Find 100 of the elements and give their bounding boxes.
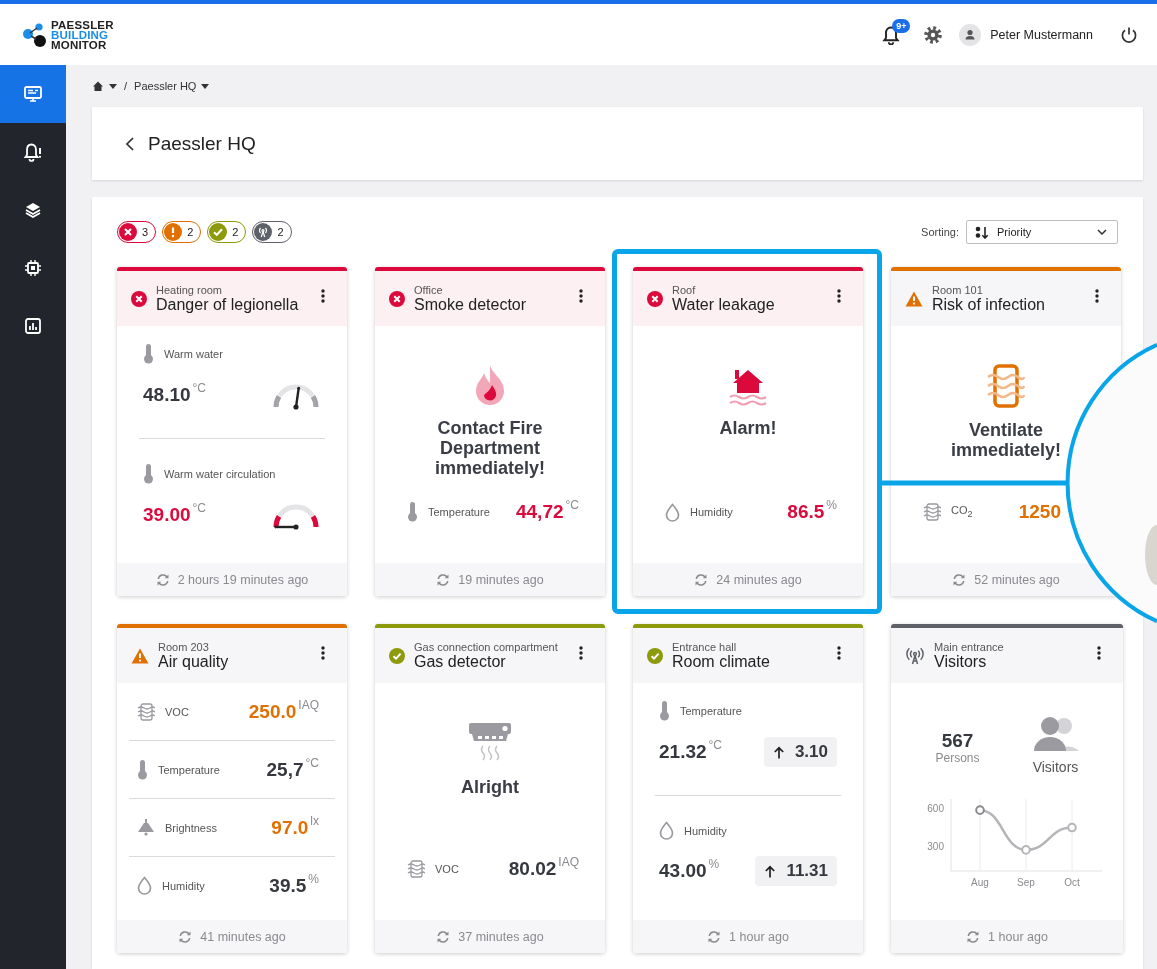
more-options-icon — [1097, 646, 1101, 660]
metric-value: 25,7 — [266, 758, 304, 781]
cross-circle-icon — [119, 223, 137, 241]
metric-unit: °C — [305, 755, 319, 770]
metric-label: CO$_{2}$ — [951, 504, 973, 520]
warning-triangle-icon — [905, 290, 923, 307]
thermometer-icon — [143, 464, 154, 484]
chip-icon — [25, 260, 41, 276]
axis-label: Aug — [971, 877, 989, 888]
last-update-time: 52 minutes ago — [974, 572, 1060, 587]
more-options-icon — [579, 646, 583, 660]
visitor-count: 567 — [941, 731, 974, 751]
metric-value: 43.00 — [659, 860, 707, 882]
metric-value: 97.0 — [271, 816, 309, 839]
refresh-icon — [952, 572, 967, 587]
user-menu[interactable]: Peter Mustermann — [959, 23, 1093, 46]
card-location: Main entrance — [934, 640, 1005, 653]
breadcrumb-separator: / — [124, 80, 128, 92]
metric-value: 80.02 — [508, 858, 557, 880]
metric-unit: % — [708, 857, 720, 871]
avatar-icon — [959, 23, 982, 46]
last-update-time: 37 minutes ago — [458, 929, 544, 944]
metric-label: Brightness — [165, 821, 217, 834]
metric-label: VOC — [435, 863, 459, 875]
data-point — [1067, 822, 1077, 833]
metric-unit: °C — [708, 738, 722, 752]
last-update-time: 41 minutes ago — [200, 929, 286, 944]
alarm-message: Contact Fire Department immediately! — [433, 418, 546, 478]
refresh-icon — [436, 929, 451, 944]
metric-unit: lx — [310, 813, 319, 828]
card-location: Room 101 — [932, 283, 984, 296]
caret-icon — [201, 83, 210, 89]
warning-triangle-icon — [131, 647, 149, 664]
cross-circle-icon — [389, 290, 405, 307]
more-options-icon — [837, 289, 841, 303]
antenna-icon — [905, 646, 925, 665]
change-badge: 11.31 — [755, 856, 837, 886]
alarm-message: Alright — [461, 777, 519, 797]
gauge-needle — [277, 523, 299, 530]
lamp-icon — [137, 819, 155, 836]
logo-text: PAESSLER — [51, 19, 114, 30]
monitor-icon — [24, 86, 42, 102]
metric-unit: % — [308, 871, 319, 886]
refresh-icon — [694, 572, 709, 587]
logo-mark — [22, 21, 48, 48]
more-options-icon — [579, 289, 583, 303]
arrow-up-icon — [772, 745, 785, 759]
status-filter-chip[interactable]: 2 — [207, 221, 247, 243]
metric-label: Warm water circulation — [164, 468, 276, 480]
settings-icon — [923, 24, 944, 45]
metric-label: Humidity — [162, 879, 205, 892]
more-options-icon — [321, 289, 325, 303]
gauge-needle — [293, 387, 300, 410]
metric-unit: °C — [565, 498, 579, 512]
metric-value: 44,72 — [516, 501, 564, 523]
breadcrumb-link[interactable]: Paessler HQ — [134, 80, 210, 92]
visitors-caption: Visitors — [1032, 759, 1079, 775]
metric-value: 250.0 — [248, 700, 297, 723]
axis-label: 300 — [927, 840, 944, 852]
air-filter-icon — [137, 702, 155, 721]
more-options-icon — [321, 646, 325, 660]
card-location: Heating room — [156, 283, 224, 296]
count-label: Persons — [935, 751, 980, 765]
status-filter-chip[interactable]: 2 — [252, 221, 292, 243]
page-title: Paessler HQ — [148, 132, 256, 155]
home-breadcrumb[interactable] — [92, 80, 117, 92]
refresh-icon — [966, 929, 981, 944]
thermometer-icon — [659, 701, 670, 721]
sorting-select[interactable]: Priority — [966, 220, 1118, 244]
back-button[interactable] — [126, 136, 134, 151]
axis-label: 600 — [927, 803, 944, 815]
report-icon — [25, 318, 41, 334]
data-point — [975, 805, 985, 815]
exclamation-circle-icon — [164, 223, 183, 241]
metric-label: Humidity — [684, 824, 727, 837]
last-update-time: 1 hour ago — [988, 929, 1048, 944]
status-filter-chip[interactable]: 3 — [117, 221, 157, 243]
refresh-icon — [707, 929, 722, 944]
refresh-icon — [178, 929, 193, 944]
card-location: Office — [414, 283, 444, 296]
status-filter-chip[interactable]: 2 — [162, 221, 202, 243]
change-badge: 3.10 — [763, 737, 837, 767]
metric-label: VOC — [165, 705, 189, 718]
metric-unit: °C — [192, 501, 206, 515]
last-update-time: 19 minutes ago — [458, 572, 544, 587]
metric-unit: °C — [192, 381, 206, 395]
sorting-label: Sorting: — [921, 226, 959, 238]
metric-value: 21.32 — [659, 741, 707, 763]
card-title: Smoke detector — [414, 295, 528, 314]
card-title: Danger of legionella — [156, 295, 300, 314]
bell-alert-icon — [23, 142, 43, 162]
metric-value: 48.10 — [143, 384, 191, 406]
settings-button[interactable] — [923, 24, 944, 45]
thermometer-icon — [407, 502, 418, 522]
cross-circle-icon — [647, 290, 663, 307]
people-icon — [1032, 717, 1079, 751]
last-update-time: 24 minutes ago — [716, 572, 802, 587]
sort-icon — [975, 225, 989, 239]
metric-value: 39.00 — [143, 504, 191, 526]
more-options-icon — [1095, 289, 1099, 303]
